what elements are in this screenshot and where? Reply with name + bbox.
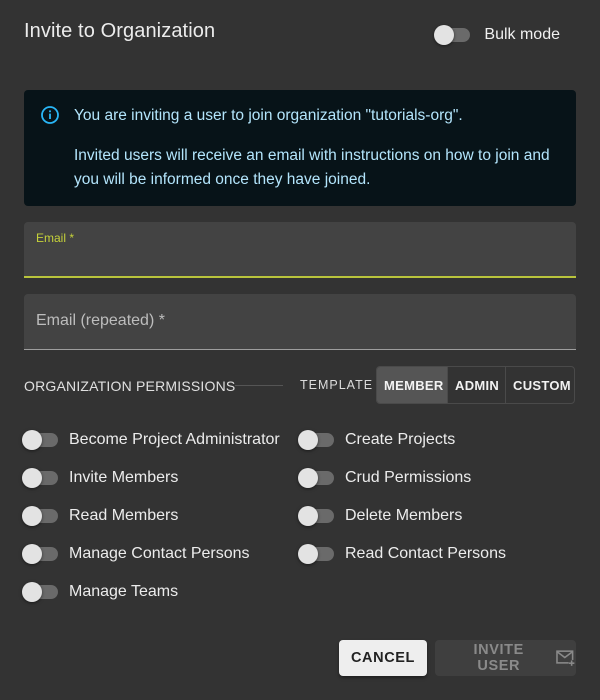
bulk-mode-toggle[interactable]: Bulk mode <box>434 24 560 46</box>
permission-delete-members[interactable]: Delete Members <box>298 505 462 527</box>
template-custom-button[interactable]: CUSTOM <box>505 367 574 403</box>
info-line-1: You are inviting a user to join organiza… <box>74 107 463 124</box>
invite-user-label: INVITE USER <box>473 642 524 674</box>
divider <box>235 385 283 386</box>
dialog-header: Invite to Organization Bulk mode <box>24 20 560 50</box>
dialog-title: Invite to Organization <box>24 20 216 42</box>
permission-read-contact-persons[interactable]: Read Contact Persons <box>298 543 506 565</box>
permission-switch[interactable] <box>298 543 336 565</box>
email-label: Email * <box>36 231 75 245</box>
permission-switch[interactable] <box>298 429 336 451</box>
cancel-button[interactable]: CANCEL <box>339 640 427 676</box>
permission-read-members[interactable]: Read Members <box>22 505 178 527</box>
permissions-header: ORGANIZATION PERMISSIONS TEMPLATE MEMBER… <box>24 366 576 404</box>
permission-label: Delete Members <box>345 507 463 524</box>
email-field[interactable]: Email * <box>24 222 576 278</box>
email-repeat-label: Email (repeated) * <box>36 312 165 329</box>
dialog-actions: CANCEL INVITE USER <box>339 640 576 676</box>
permission-switch[interactable] <box>22 581 60 603</box>
permission-manage-teams[interactable]: Manage Teams <box>22 581 178 603</box>
info-line-2: Invited users will receive an email with… <box>74 147 550 188</box>
permission-label: Read Contact Persons <box>345 545 506 562</box>
invite-user-button[interactable]: INVITE USER <box>435 640 576 676</box>
permission-switch[interactable] <box>22 543 60 565</box>
permission-switch[interactable] <box>298 467 336 489</box>
template-admin-button[interactable]: ADMIN <box>447 367 505 403</box>
permission-label: Become Project Administrator <box>69 431 280 448</box>
permission-label: Crud Permissions <box>345 469 472 486</box>
permission-switch[interactable] <box>298 505 336 527</box>
info-alert: You are inviting a user to join organiza… <box>24 90 576 206</box>
permission-manage-contact-persons[interactable]: Manage Contact Persons <box>22 543 250 565</box>
info-icon <box>41 106 59 124</box>
permission-label: Read Members <box>69 507 179 524</box>
bulk-mode-switch[interactable] <box>434 24 472 46</box>
permission-label: Manage Contact Persons <box>69 545 250 562</box>
permission-label: Manage Teams <box>69 583 179 600</box>
permission-become-project-administrator[interactable]: Become Project Administrator <box>22 429 280 451</box>
permission-invite-members[interactable]: Invite Members <box>22 467 178 489</box>
permission-switch[interactable] <box>22 429 60 451</box>
permission-switch[interactable] <box>22 505 60 527</box>
bulk-mode-label: Bulk mode <box>484 26 560 43</box>
template-member-button[interactable]: MEMBER <box>377 367 447 403</box>
permissions-heading: ORGANIZATION PERMISSIONS <box>24 378 236 394</box>
mail-plus-icon <box>556 650 576 666</box>
permission-label: Invite Members <box>69 469 179 486</box>
permission-label: Create Projects <box>345 431 456 448</box>
template-label: TEMPLATE <box>300 378 374 392</box>
permission-crud-permissions[interactable]: Crud Permissions <box>298 467 471 489</box>
email-input[interactable] <box>36 248 556 270</box>
permission-create-projects[interactable]: Create Projects <box>298 429 455 451</box>
template-toggle-group: MEMBER ADMIN CUSTOM <box>376 366 575 404</box>
email-repeat-field[interactable]: Email (repeated) * <box>24 294 576 350</box>
permission-switch[interactable] <box>22 467 60 489</box>
invite-dialog: Invite to Organization Bulk mode You are… <box>0 0 600 700</box>
